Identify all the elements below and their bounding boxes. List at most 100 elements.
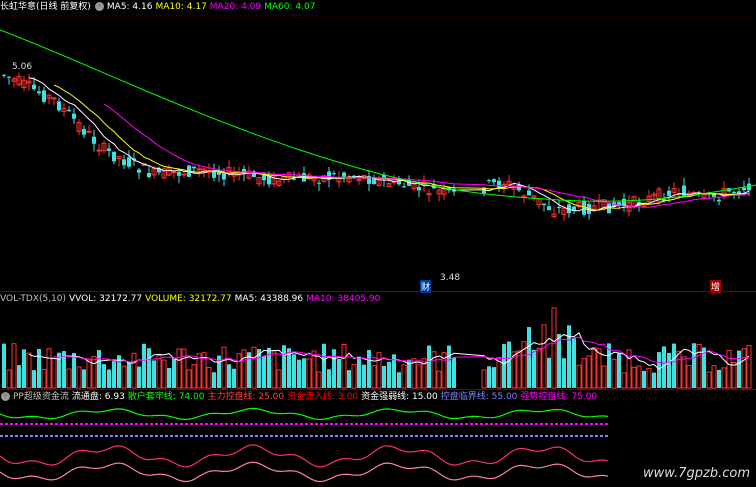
candle-down xyxy=(222,173,226,180)
candle-down xyxy=(37,91,41,94)
candle-down xyxy=(557,206,561,209)
vol-label-2: VOLUME: 32172.77 xyxy=(145,294,232,304)
volume-bar-up xyxy=(706,371,712,389)
settings-icon[interactable]: ◦ xyxy=(1,392,10,401)
pp-label-4: 资金流入线: 3.00 xyxy=(287,392,359,402)
candle-down xyxy=(487,180,491,182)
volume-bar-down xyxy=(672,343,676,388)
volume-panel[interactable]: VOL-TDX(5,10) VVOL: 32172.77 VOLUME: 32172… xyxy=(0,292,756,390)
vol-label-4: MA10: 38405.90 xyxy=(306,294,381,304)
volume-bar-down xyxy=(262,356,266,388)
capital-flow-header: ◦ PP超级资金流 流通盘: 6.93 散户套牢线: 74.00 主力控盘线: 25.0… xyxy=(0,390,600,404)
volume-bar-down xyxy=(692,343,696,388)
candle-down xyxy=(517,184,521,191)
volume-bar-down xyxy=(452,357,456,388)
volume-bar-down xyxy=(367,349,371,388)
ma-label-0: MA5: 4.16 xyxy=(106,2,153,12)
volume-bar-down xyxy=(127,362,131,388)
main-control-line xyxy=(0,444,609,468)
candle-down xyxy=(112,151,116,162)
candle-up xyxy=(86,130,92,133)
volume-bar-down xyxy=(382,365,386,388)
volume-bar-up xyxy=(576,364,582,389)
volume-bar-up xyxy=(306,358,312,389)
volume-bar-up xyxy=(436,370,442,389)
candle-down xyxy=(497,180,501,188)
volume-bar-up xyxy=(721,367,727,389)
volume-bar-down xyxy=(532,349,536,388)
candle-down xyxy=(402,186,406,188)
candle-down xyxy=(32,84,36,90)
volume-bar-up xyxy=(541,324,547,389)
capital-inflow-line xyxy=(0,461,609,483)
price-low-label: 3.48 xyxy=(440,273,461,283)
candle-down xyxy=(527,190,531,196)
volume-bar-up xyxy=(161,359,167,389)
settings-icon[interactable]: ◦ xyxy=(94,2,104,11)
volume-bar-up xyxy=(516,350,522,389)
volume-bar-down xyxy=(102,364,106,388)
candle-down xyxy=(7,76,11,78)
volume-bar-down xyxy=(232,368,236,388)
volume-bar-up xyxy=(86,359,92,389)
volume-bar-down xyxy=(502,344,506,388)
volume-bar-down xyxy=(247,352,251,388)
volume-bar-down xyxy=(152,360,156,388)
volume-bar-down xyxy=(212,372,216,388)
volume-bar-up xyxy=(351,363,357,389)
candle-down xyxy=(67,109,71,112)
volume-bar-up xyxy=(241,349,247,389)
price-high-label: 5.06 xyxy=(12,62,33,72)
volume-bar-up xyxy=(181,348,187,389)
pp-label-6: 控盘临界线: 55.00 xyxy=(440,392,518,402)
volume-bar-up xyxy=(596,348,602,389)
volume-bar-up xyxy=(271,351,277,389)
volume-bar-up xyxy=(621,372,627,389)
volume-bar-down xyxy=(397,372,401,388)
volume-bar-up xyxy=(186,369,192,389)
volume-bar-down xyxy=(167,367,171,388)
volume-bar-up xyxy=(731,361,737,389)
volume-bar-up xyxy=(236,353,242,389)
candle-down xyxy=(742,187,746,191)
volume-bar-up xyxy=(41,368,47,389)
volume-bar-down xyxy=(362,364,366,388)
ma-label-1: MA10: 4.17 xyxy=(155,2,207,12)
price-chart-panel[interactable]: 长虹华意(日线 前复权) ◦ MA5: 4.16 MA10: 4.17 MA20: 4.… xyxy=(0,0,756,293)
volume-bar-down xyxy=(667,352,671,388)
vol-label-3: MA5: 43388.96 xyxy=(234,294,304,304)
pp-label-7: 强势控盘线: 75.00 xyxy=(520,392,598,402)
candle-down xyxy=(492,179,496,183)
candle-down xyxy=(177,171,181,176)
volume-bar-up xyxy=(206,366,212,389)
volume-bar-down xyxy=(72,352,76,388)
candle-up xyxy=(196,168,202,171)
candle-down xyxy=(137,169,141,173)
volume-bar-up xyxy=(646,367,652,389)
volume-bar-up xyxy=(636,365,642,389)
volume-bar-up xyxy=(686,364,692,389)
watermark: www.7gpzb.com xyxy=(643,466,750,481)
volume-bar-up xyxy=(681,356,687,389)
retail-trap-line xyxy=(0,407,609,421)
volume-bar-up xyxy=(536,347,542,389)
volume-bar-up xyxy=(196,353,202,389)
volume-bar-down xyxy=(292,354,296,388)
candle-down xyxy=(107,148,111,152)
pp-label-1: 流通盘: 6.93 xyxy=(71,392,125,402)
volume-bar-up xyxy=(746,344,752,389)
volume-bar-up xyxy=(221,346,227,389)
vol-ma10-line xyxy=(53,336,750,364)
volume-bar-down xyxy=(547,357,551,388)
candle-down xyxy=(267,175,271,185)
volume-bar-up xyxy=(76,366,82,389)
pp-label-2: 散户套牢线: 74.00 xyxy=(127,392,205,402)
volume-chart[interactable] xyxy=(0,292,756,390)
volume-bar-up xyxy=(696,343,702,389)
volume-bar-down xyxy=(137,366,141,388)
volume-bar-down xyxy=(327,369,331,388)
capital-flow-panel[interactable]: ◦ PP超级资金流 流通盘: 6.93 散户套牢线: 74.00 主力控盘线: 25.0… xyxy=(0,390,756,487)
candlestick-chart[interactable] xyxy=(0,0,756,292)
candle-down xyxy=(332,173,336,175)
candle-down xyxy=(582,201,586,215)
